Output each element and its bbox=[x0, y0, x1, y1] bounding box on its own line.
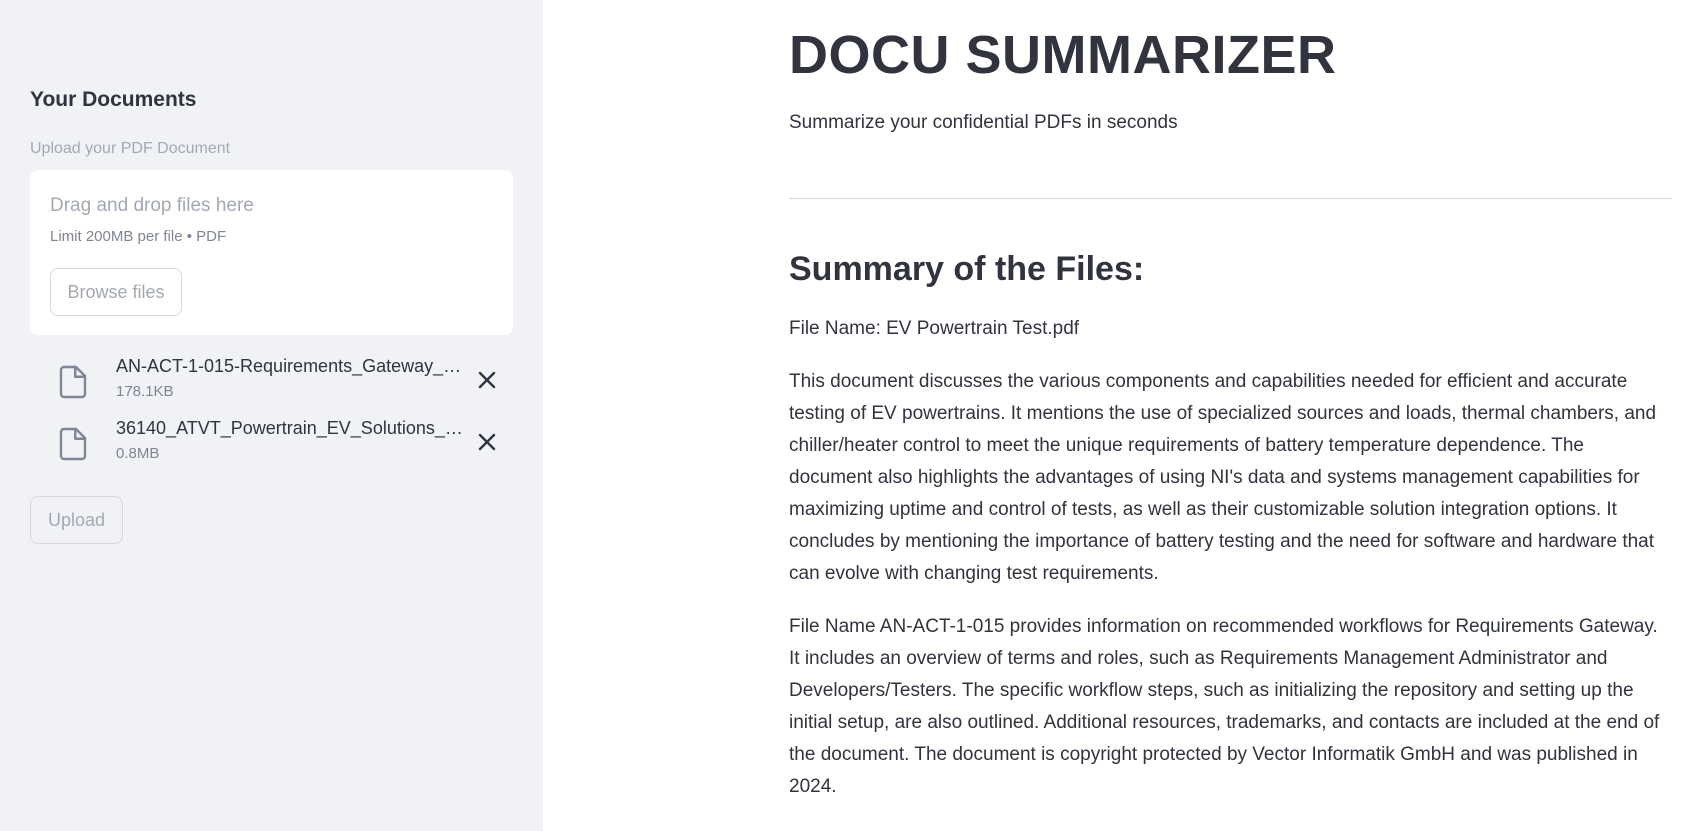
file-size: 0.8MB bbox=[116, 445, 160, 462]
uploaded-file-item: 36140_ATVT_Powertrain_EV_Solutions_Broch… bbox=[55, 414, 505, 470]
file-dropzone[interactable]: Drag and drop files here Limit 200MB per… bbox=[30, 170, 513, 335]
app: Your Documents Upload your PDF Document … bbox=[0, 0, 1692, 831]
dropzone-limit: Limit 200MB per file • PDF bbox=[50, 228, 227, 245]
close-icon bbox=[478, 433, 496, 451]
page-subtitle: Summarize your confidential PDFs in seco… bbox=[789, 112, 1178, 133]
close-icon bbox=[478, 371, 496, 389]
summary-paragraph: File Name AN-ACT-1-015 provides informat… bbox=[789, 616, 1660, 797]
upload-button[interactable]: Upload bbox=[30, 496, 123, 544]
summary-paragraph: This document discusses the various comp… bbox=[789, 371, 1657, 584]
remove-file-button[interactable] bbox=[469, 424, 505, 460]
sidebar-heading: Your Documents bbox=[30, 88, 197, 111]
summary-file-name: File Name: EV Powertrain Test.pdf bbox=[789, 318, 1080, 339]
file-name: AN-ACT-1-015-Requirements_Gateway_Workfl… bbox=[116, 356, 466, 376]
remove-file-button[interactable] bbox=[469, 362, 505, 398]
browse-files-button[interactable]: Browse files bbox=[50, 268, 182, 316]
divider bbox=[789, 198, 1672, 199]
sidebar: Your Documents Upload your PDF Document … bbox=[0, 0, 543, 831]
file-name: 36140_ATVT_Powertrain_EV_Solutions_Broch… bbox=[116, 418, 466, 438]
summary-heading: Summary of the Files: bbox=[789, 250, 1145, 288]
file-icon bbox=[59, 365, 87, 399]
file-icon bbox=[59, 427, 87, 461]
uploaded-file-item: AN-ACT-1-015-Requirements_Gateway_Workfl… bbox=[55, 352, 505, 408]
file-size: 178.1KB bbox=[116, 383, 174, 400]
dropzone-title: Drag and drop files here bbox=[50, 195, 254, 216]
page-title: DOCU SUMMARIZER bbox=[789, 25, 1337, 85]
upload-label: Upload your PDF Document bbox=[30, 140, 231, 157]
